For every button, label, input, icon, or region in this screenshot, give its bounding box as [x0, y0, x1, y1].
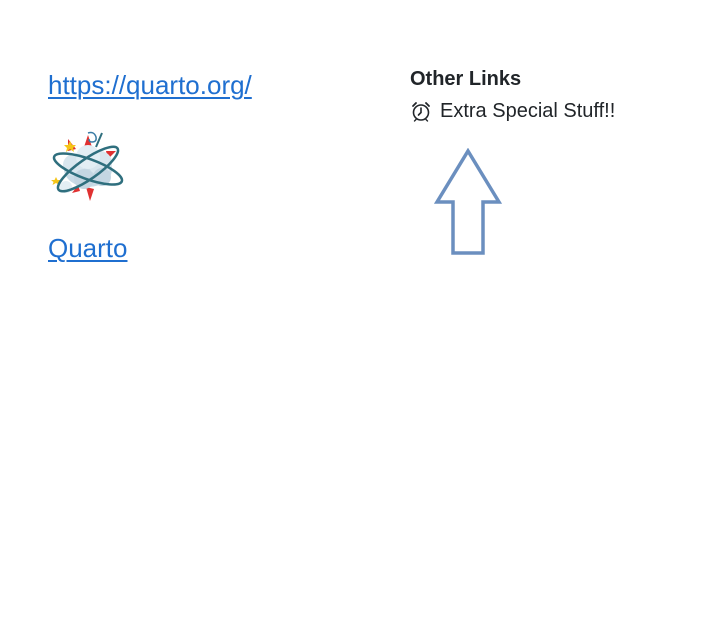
sidebar-heading: Other Links [410, 68, 522, 90]
quarto-url-link[interactable]: https://quarto.org/ [48, 70, 252, 101]
main-content: https://quarto.org/ Quarto [48, 66, 388, 264]
other-links-sidebar: Other Links Extra Special Stuff!! [410, 66, 700, 124]
sidebar-link-label: Extra Special Stuff!! [440, 100, 616, 122]
exploding-atom-image [51, 131, 124, 202]
up-arrow-annotation [434, 148, 502, 255]
sidebar-link-extra-special-stuff[interactable]: Extra Special Stuff!! [410, 98, 700, 124]
page: https://quarto.org/ Quarto Other Links E… [0, 0, 713, 625]
quarto-link[interactable]: Quarto [48, 233, 128, 264]
alarm-clock-icon [410, 100, 432, 122]
